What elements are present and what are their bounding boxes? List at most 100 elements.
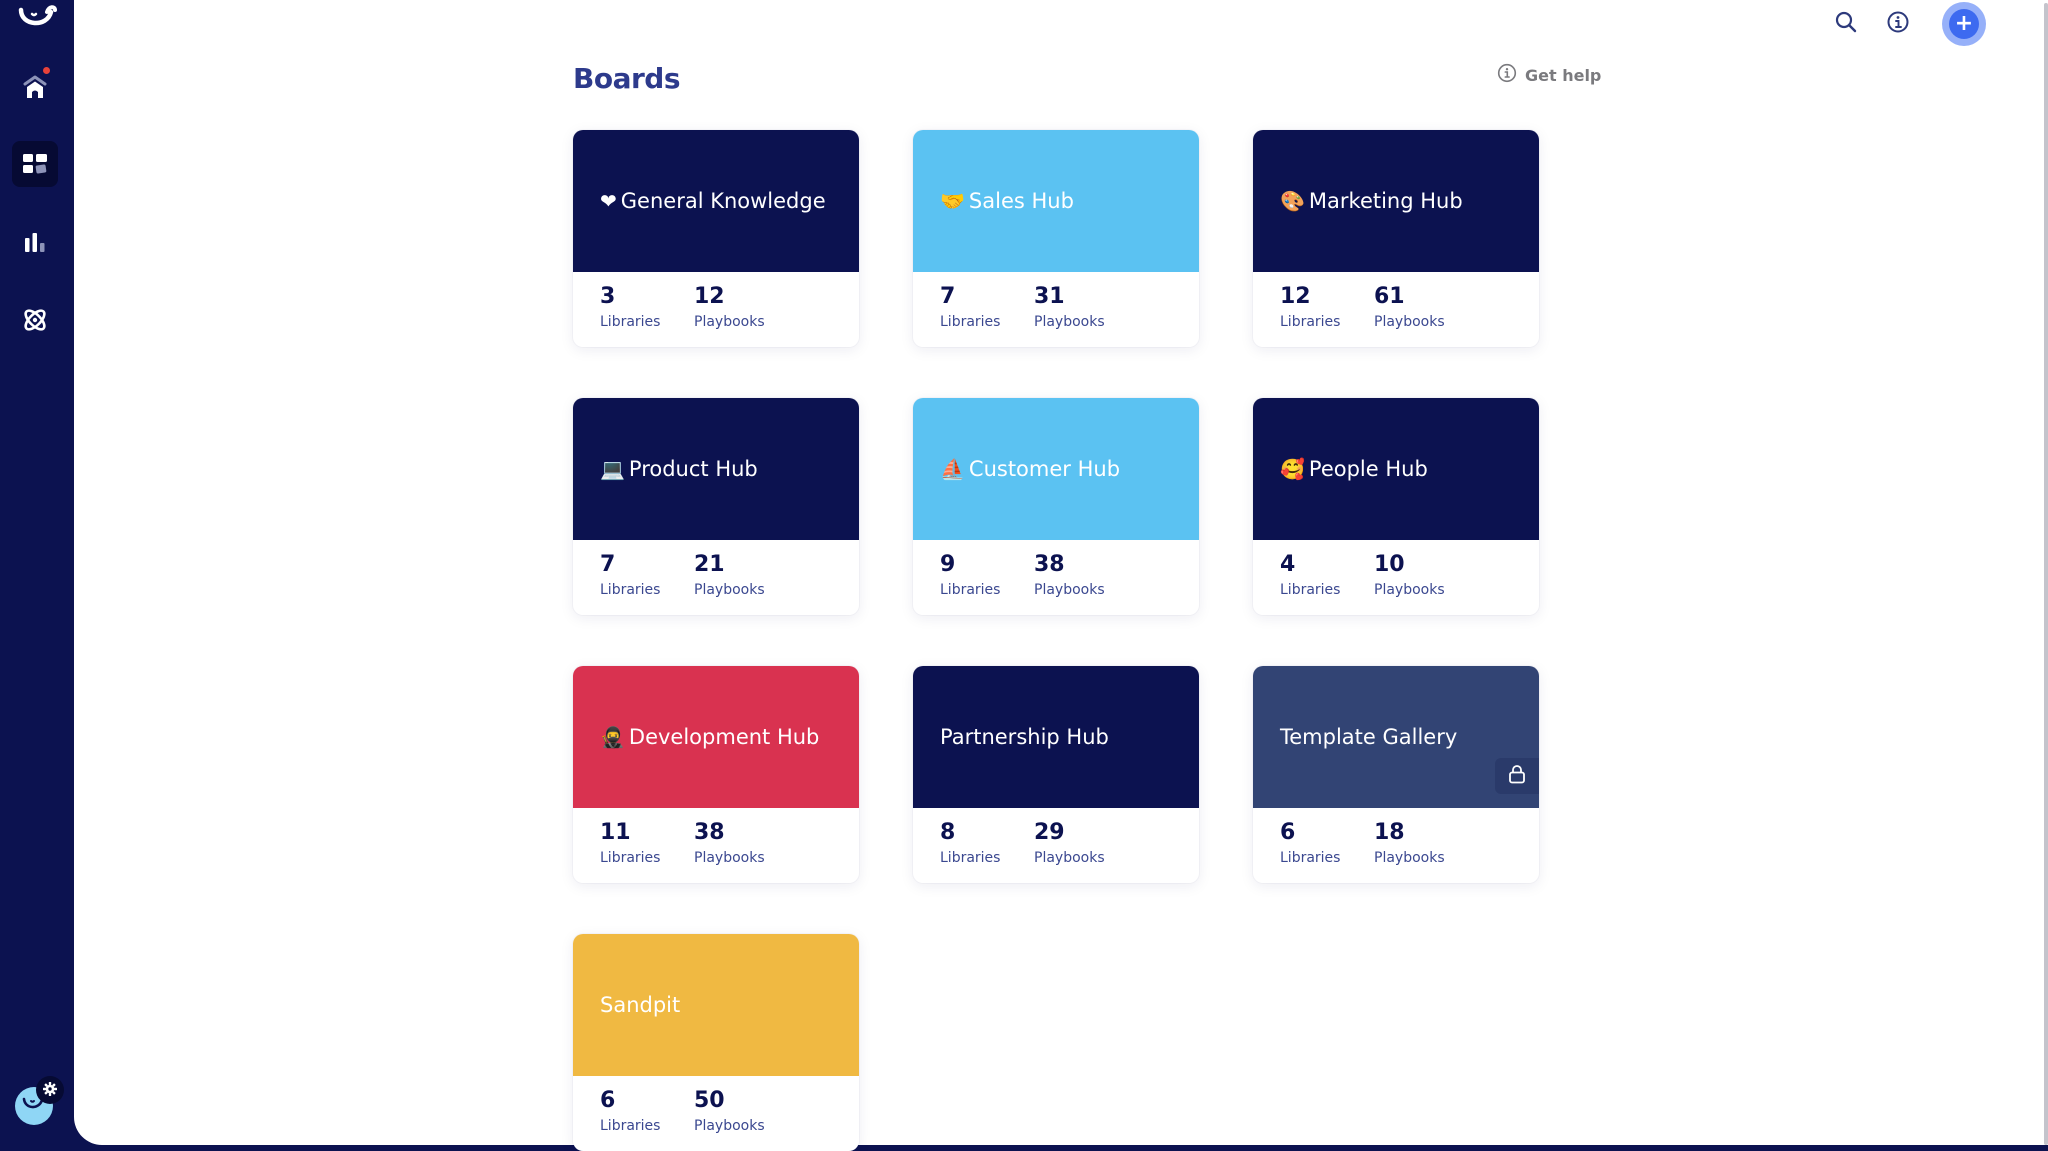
sidebar — [0, 0, 74, 1145]
board-emoji-icon: 🥰 — [1280, 457, 1305, 481]
board-card-partnership-hub[interactable]: Partnership Hub 8 Libraries 29 Playbooks — [913, 666, 1199, 883]
libraries-label: Libraries — [940, 850, 1001, 866]
board-emoji-icon: ❤ — [600, 189, 617, 213]
board-title: Partnership Hub — [940, 725, 1109, 749]
info-button[interactable] — [1884, 10, 1912, 38]
board-card-customer-hub[interactable]: ⛵ Customer Hub 9 Libraries 38 Playbooks — [913, 398, 1199, 615]
board-card-general-knowledge[interactable]: ❤ General Knowledge 3 Libraries 12 Playb… — [573, 130, 859, 347]
sidebar-item-analytics[interactable] — [12, 219, 58, 265]
board-card-stats: 6 Libraries 18 Playbooks — [1253, 808, 1539, 883]
board-card-product-hub[interactable]: 💻 Product Hub 7 Libraries 21 Playbooks — [573, 398, 859, 615]
libraries-stat: 6 Libraries — [600, 1088, 694, 1151]
board-emoji-icon: 🥷 — [600, 725, 625, 749]
board-card-template-gallery[interactable]: Template Gallery 6 Libraries 18 Playbook… — [1253, 666, 1539, 883]
libraries-label: Libraries — [1280, 582, 1341, 598]
get-help-link[interactable]: Get help — [1497, 63, 1601, 87]
playbooks-stat: 10 Playbooks — [1374, 552, 1445, 615]
page-title: Boards — [573, 62, 681, 95]
sidebar-item-home[interactable] — [12, 64, 58, 110]
board-card-sales-hub[interactable]: 🤝 Sales Hub 7 Libraries 31 Playbooks — [913, 130, 1199, 347]
libraries-stat: 12 Libraries — [1280, 284, 1374, 347]
board-card-stats: 6 Libraries 50 Playbooks — [573, 1076, 859, 1151]
vertical-scrollbar[interactable] — [2044, 3, 2048, 1145]
libraries-stat: 8 Libraries — [940, 820, 1034, 883]
libraries-label: Libraries — [940, 582, 1001, 598]
libraries-count: 6 — [600, 1088, 616, 1113]
playbooks-count: 38 — [694, 820, 725, 845]
boards-grid-icon — [22, 153, 48, 175]
settings-button[interactable] — [36, 1076, 64, 1104]
board-title: Marketing Hub — [1308, 189, 1463, 213]
libraries-label: Libraries — [1280, 314, 1341, 330]
libraries-count: 7 — [600, 552, 616, 577]
board-card-stats: 7 Libraries 31 Playbooks — [913, 272, 1199, 347]
libraries-count: 4 — [1280, 552, 1296, 577]
board-card-header: Sandpit — [573, 934, 859, 1076]
board-card-people-hub[interactable]: 🥰 People Hub 4 Libraries 10 Playbooks — [1253, 398, 1539, 615]
board-title: Sandpit — [600, 993, 681, 1017]
playbooks-label: Playbooks — [694, 582, 765, 598]
playbooks-label: Playbooks — [1034, 582, 1105, 598]
board-card-header: 🤝 Sales Hub — [913, 130, 1199, 272]
board-card-stats: 4 Libraries 10 Playbooks — [1253, 540, 1539, 615]
plus-icon: + — [1949, 9, 1979, 39]
playbooks-count: 29 — [1034, 820, 1065, 845]
sidebar-item-integrations[interactable] — [12, 297, 58, 343]
board-emoji-icon: ⛵ — [940, 457, 965, 481]
playbooks-count: 38 — [1034, 552, 1065, 577]
add-button[interactable]: + — [1942, 2, 1986, 46]
libraries-stat: 6 Libraries — [1280, 820, 1374, 883]
search-button[interactable] — [1832, 10, 1860, 38]
libraries-label: Libraries — [600, 582, 661, 598]
playbooks-count: 10 — [1374, 552, 1405, 577]
board-card-header: Partnership Hub — [913, 666, 1199, 808]
boards-grid: ❤ General Knowledge 3 Libraries 12 Playb… — [573, 130, 1539, 1151]
smile-logo-icon[interactable] — [17, 4, 57, 36]
playbooks-stat: 21 Playbooks — [694, 552, 765, 615]
lock-icon — [1508, 764, 1526, 789]
playbooks-stat: 29 Playbooks — [1034, 820, 1105, 883]
lock-button[interactable] — [1495, 758, 1539, 794]
board-card-stats: 7 Libraries 21 Playbooks — [573, 540, 859, 615]
board-card-marketing-hub[interactable]: 🎨 Marketing Hub 12 Libraries 61 Playbook… — [1253, 130, 1539, 347]
board-card-development-hub[interactable]: 🥷 Development Hub 11 Libraries 38 Playbo… — [573, 666, 859, 883]
board-card-header: 🥷 Development Hub — [573, 666, 859, 808]
board-emoji-icon: 🎨 — [1280, 189, 1305, 213]
board-card-stats: 9 Libraries 38 Playbooks — [913, 540, 1199, 615]
sidebar-item-boards[interactable] — [12, 141, 58, 187]
libraries-stat: 7 Libraries — [600, 552, 694, 615]
home-icon — [22, 74, 48, 100]
libraries-count: 7 — [940, 284, 956, 309]
info-icon — [1886, 10, 1910, 38]
playbooks-count: 21 — [694, 552, 725, 577]
playbooks-label: Playbooks — [1374, 314, 1445, 330]
playbooks-stat: 18 Playbooks — [1374, 820, 1445, 883]
playbooks-stat: 50 Playbooks — [694, 1088, 765, 1151]
libraries-label: Libraries — [600, 850, 661, 866]
board-card-sandpit[interactable]: Sandpit 6 Libraries 50 Playbooks — [573, 934, 859, 1151]
board-card-header: 💻 Product Hub — [573, 398, 859, 540]
libraries-stat: 4 Libraries — [1280, 552, 1374, 615]
libraries-stat: 9 Libraries — [940, 552, 1034, 615]
board-card-header: Template Gallery — [1253, 666, 1539, 808]
playbooks-label: Playbooks — [1374, 582, 1445, 598]
libraries-count: 11 — [600, 820, 631, 845]
libraries-stat: 11 Libraries — [600, 820, 694, 883]
board-title: Development Hub — [628, 725, 820, 749]
playbooks-count: 18 — [1374, 820, 1405, 845]
playbooks-label: Playbooks — [694, 850, 765, 866]
board-title: People Hub — [1308, 457, 1428, 481]
gear-icon — [43, 1081, 57, 1100]
playbooks-count: 61 — [1374, 284, 1405, 309]
bar-chart-icon — [23, 231, 47, 253]
notification-dot — [43, 67, 50, 74]
board-emoji-icon: 🤝 — [940, 189, 965, 213]
playbooks-label: Playbooks — [1034, 850, 1105, 866]
libraries-label: Libraries — [1280, 850, 1341, 866]
board-card-header: 🎨 Marketing Hub — [1253, 130, 1539, 272]
libraries-count: 8 — [940, 820, 956, 845]
board-title: Customer Hub — [968, 457, 1121, 481]
libraries-count: 9 — [940, 552, 956, 577]
board-card-header: ❤ General Knowledge — [573, 130, 859, 272]
playbooks-label: Playbooks — [1034, 314, 1105, 330]
